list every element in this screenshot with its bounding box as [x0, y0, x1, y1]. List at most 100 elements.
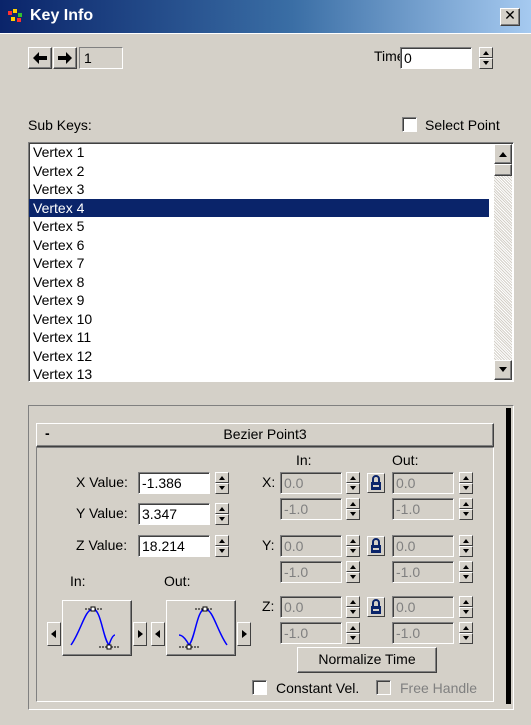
free-handle-checkbox[interactable]	[376, 680, 391, 695]
window-title: Key Info	[30, 7, 94, 24]
select-point-checkbox[interactable]	[402, 117, 417, 132]
z-out-spinner-2[interactable]	[459, 622, 473, 644]
x-in-field-2[interactable]: -1.0	[280, 498, 342, 520]
select-point-label: Select Point	[425, 117, 500, 133]
y-lock-button[interactable]	[367, 536, 385, 556]
arrow-left-icon	[51, 630, 56, 638]
rollout-scrollbar[interactable]	[506, 408, 511, 704]
list-item[interactable]: Vertex 1	[29, 143, 489, 162]
scroll-up-button[interactable]	[494, 144, 512, 164]
list-item[interactable]: Vertex 2	[29, 162, 489, 181]
list-item[interactable]: Vertex 11	[29, 328, 489, 347]
tangent-in-label: In:	[70, 573, 86, 589]
tangent-in-next-button[interactable]	[133, 622, 147, 646]
x-value-label: X Value:	[76, 474, 128, 490]
normalize-time-button[interactable]: Normalize Time	[297, 647, 437, 673]
sub-keys-list[interactable]: Vertex 1 Vertex 2 Vertex 3 Vertex 4 Vertex 5…	[28, 142, 514, 382]
arrow-left-icon	[33, 52, 47, 64]
z-out-field-2[interactable]: -1.0	[392, 622, 454, 644]
close-icon: ✕	[504, 8, 516, 24]
key-number: 1	[84, 50, 92, 66]
lock-icon	[371, 599, 381, 614]
y-in-field[interactable]: 0.0	[280, 535, 342, 557]
sub-keys-scrollbar[interactable]	[494, 144, 512, 380]
x-in-field[interactable]: 0.0	[280, 472, 342, 494]
z-out-spinner[interactable]	[459, 596, 473, 618]
rollout-title: Bezier Point3	[223, 426, 307, 442]
app-icon	[8, 9, 22, 22]
z-in-field-2[interactable]: -1.0	[280, 622, 342, 644]
out-header: Out:	[392, 452, 419, 468]
tangent-out-prev-button[interactable]	[151, 622, 165, 646]
list-item[interactable]: Vertex 12	[29, 347, 489, 366]
rollout-header[interactable]: - Bezier Point3	[36, 423, 494, 447]
normalize-time-label: Normalize Time	[318, 651, 416, 667]
y-value-field[interactable]: 3.347	[138, 503, 210, 525]
time-field[interactable]: 0	[400, 47, 472, 69]
z-in-field[interactable]: 0.0	[280, 596, 342, 618]
tangent-out-button[interactable]	[166, 600, 236, 656]
y-axis-label: Y:	[262, 537, 275, 553]
lock-icon	[371, 475, 381, 490]
sub-keys-label: Sub Keys:	[28, 117, 92, 133]
tangent-curve-icon	[178, 606, 228, 650]
list-item[interactable]: Vertex 10	[29, 310, 489, 329]
y-out-spinner-2[interactable]	[459, 561, 473, 583]
prev-key-button[interactable]	[28, 47, 52, 69]
arrow-up-icon	[499, 152, 507, 157]
x-axis-label: X:	[262, 474, 276, 490]
y-in-field-2[interactable]: -1.0	[280, 561, 342, 583]
x-in-spinner-2[interactable]	[346, 498, 360, 520]
list-item[interactable]: Vertex 8	[29, 273, 489, 292]
list-item[interactable]: Vertex 7	[29, 254, 489, 273]
z-value-spinner[interactable]	[215, 535, 229, 557]
y-in-spinner-2[interactable]	[346, 561, 360, 583]
z-lock-button[interactable]	[367, 597, 385, 617]
list-item[interactable]: Vertex 3	[29, 180, 489, 199]
arrow-left-icon	[155, 630, 160, 638]
list-item[interactable]: Vertex 6	[29, 236, 489, 255]
list-item[interactable]: Vertex 5	[29, 217, 489, 236]
x-value-field[interactable]: -1.386	[138, 472, 210, 494]
arrow-right-icon	[138, 630, 143, 638]
scroll-thumb[interactable]	[494, 164, 512, 176]
lock-icon	[371, 538, 381, 553]
next-key-button[interactable]	[53, 47, 77, 69]
y-out-field-2[interactable]: -1.0	[392, 561, 454, 583]
in-header: In:	[296, 452, 312, 468]
y-value-label: Y Value:	[76, 505, 128, 521]
x-out-spinner-2[interactable]	[459, 498, 473, 520]
list-item[interactable]: Vertex 9	[29, 291, 489, 310]
z-axis-label: Z:	[262, 598, 275, 614]
x-out-field[interactable]: 0.0	[392, 472, 454, 494]
arrow-right-icon	[58, 52, 72, 64]
x-out-spinner[interactable]	[459, 472, 473, 494]
x-in-spinner[interactable]	[346, 472, 360, 494]
y-in-spinner[interactable]	[346, 535, 360, 557]
key-number-display: 1	[79, 47, 123, 69]
y-out-spinner[interactable]	[459, 535, 473, 557]
scroll-down-button[interactable]	[494, 360, 512, 380]
list-item[interactable]: Vertex 4	[29, 198, 489, 217]
arrow-down-icon	[499, 367, 507, 372]
tangent-in-prev-button[interactable]	[47, 622, 61, 646]
z-value-field[interactable]: 18.214	[138, 535, 210, 557]
constant-vel-label: Constant Vel.	[276, 680, 360, 696]
x-lock-button[interactable]	[367, 473, 385, 493]
free-handle-label: Free Handle	[400, 680, 478, 696]
z-out-field[interactable]: 0.0	[392, 596, 454, 618]
constant-vel-checkbox[interactable]	[252, 680, 267, 695]
tangent-in-button[interactable]	[62, 600, 132, 656]
z-in-spinner[interactable]	[346, 596, 360, 618]
close-button[interactable]: ✕	[500, 8, 520, 26]
tangent-out-label: Out:	[164, 573, 191, 589]
x-value-spinner[interactable]	[215, 472, 229, 494]
y-value-spinner[interactable]	[215, 503, 229, 525]
x-out-field-2[interactable]: -1.0	[392, 498, 454, 520]
arrow-right-icon	[242, 630, 247, 638]
time-spinner[interactable]	[479, 47, 493, 69]
y-out-field[interactable]: 0.0	[392, 535, 454, 557]
z-in-spinner-2[interactable]	[346, 622, 360, 644]
list-item[interactable]: Vertex 13	[29, 365, 489, 381]
tangent-out-next-button[interactable]	[237, 622, 251, 646]
